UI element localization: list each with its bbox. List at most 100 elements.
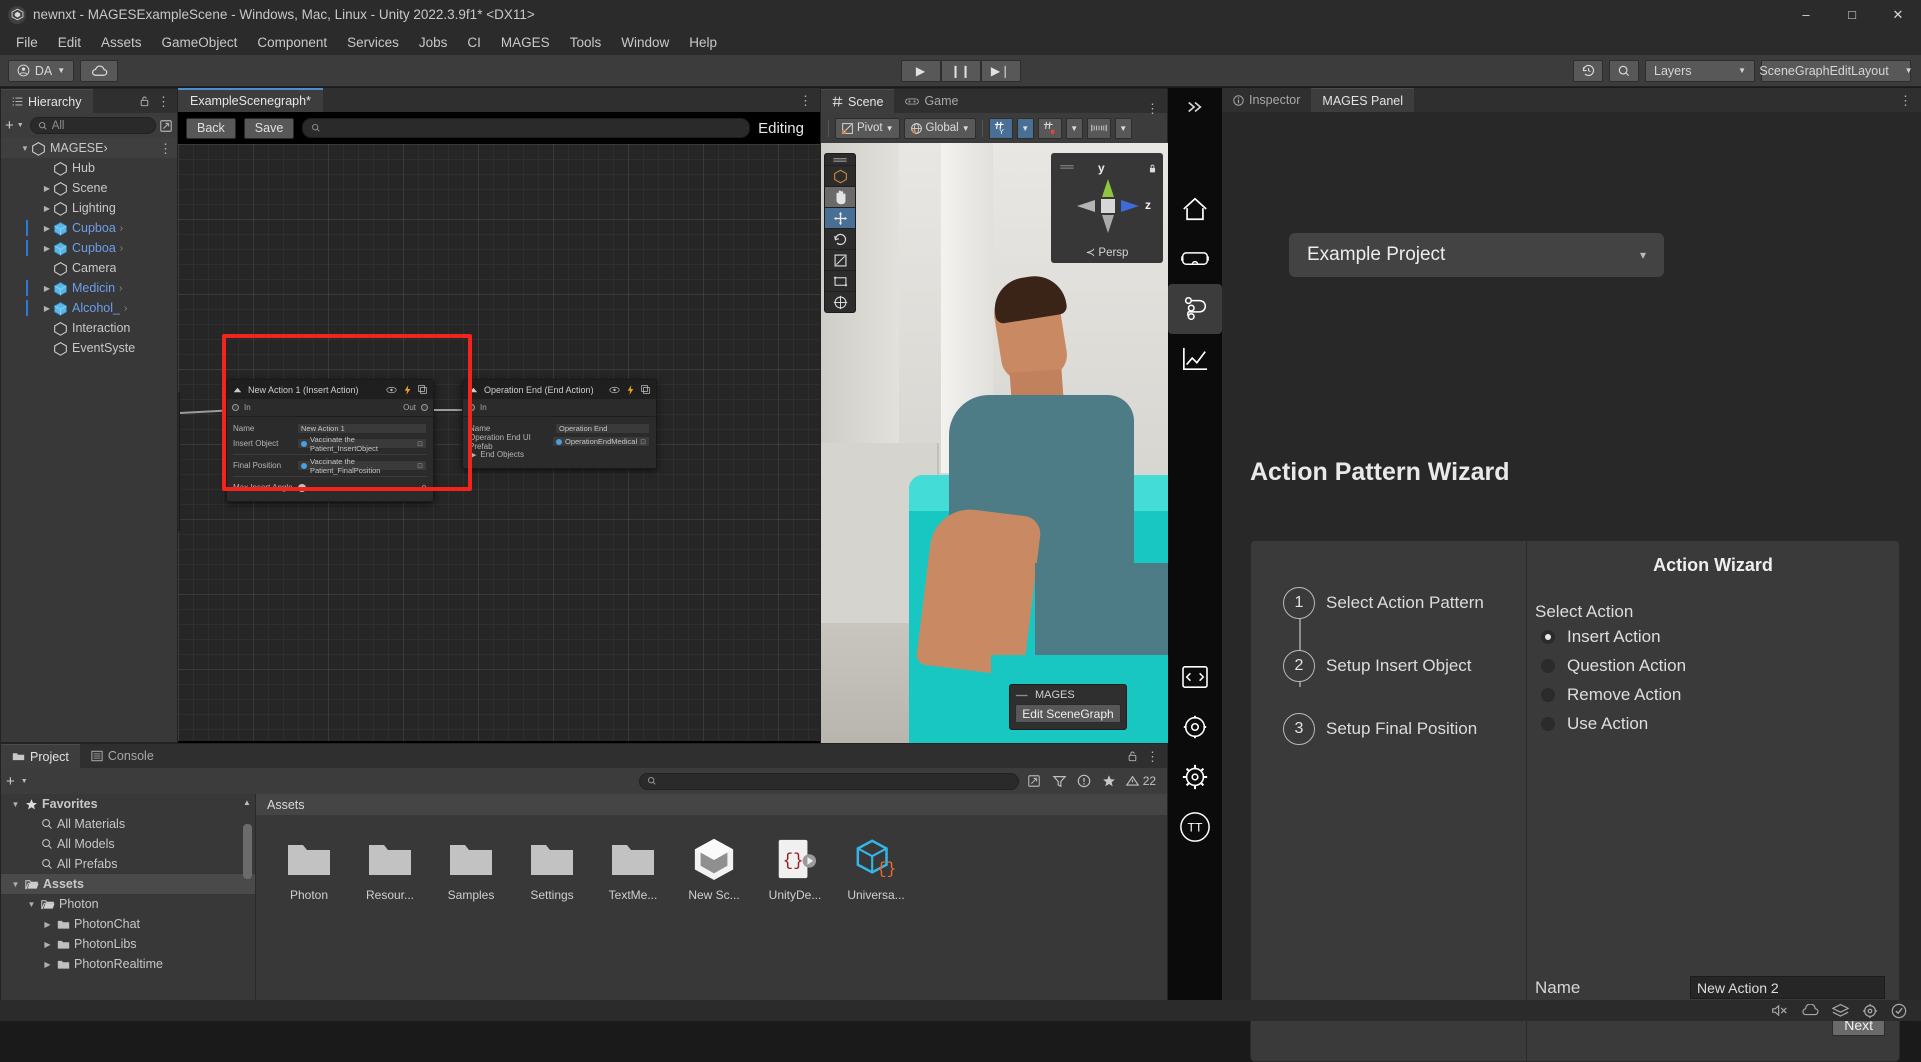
chevron-right-icon[interactable]: › bbox=[120, 243, 123, 254]
scene-viewport[interactable]: y z ≺ Persp MAGES Edit SceneGraph bbox=[821, 143, 1169, 744]
chevron-right-icon[interactable]: › bbox=[119, 283, 122, 294]
rail-settings-gear-icon[interactable] bbox=[1168, 702, 1222, 752]
edit-scenegraph-button[interactable]: Edit SceneGraph bbox=[1015, 704, 1121, 723]
duplicate-icon[interactable] bbox=[641, 385, 650, 394]
rail-home-icon[interactable] bbox=[1168, 184, 1222, 234]
foldout-arrow-icon[interactable]: ▶ bbox=[471, 451, 476, 459]
overlay-grip[interactable] bbox=[825, 154, 855, 165]
mages-panel-menu-icon[interactable]: ⋮ bbox=[1899, 94, 1921, 107]
twisty-icon[interactable]: ▶ bbox=[41, 244, 53, 253]
hierarchy-item[interactable]: EventSyste bbox=[1, 338, 177, 358]
rail-scenegraph-icon[interactable] bbox=[1168, 284, 1222, 334]
scenegraph-search-input[interactable] bbox=[302, 118, 751, 138]
eye-icon[interactable] bbox=[609, 386, 620, 394]
twisty-icon[interactable]: ▶ bbox=[42, 940, 53, 949]
hierarchy-menu-icon[interactable]: ⋮ bbox=[157, 95, 170, 108]
wizard-step-2[interactable]: 2 Setup Insert Object bbox=[1283, 634, 1526, 697]
create-dropdown-icon[interactable]: ▼ bbox=[21, 778, 28, 785]
project-tree-scrollbar[interactable]: ▲ ▼ bbox=[242, 798, 253, 1017]
menu-edit[interactable]: Edit bbox=[48, 32, 91, 53]
tab-mages-panel[interactable]: MAGES Panel bbox=[1311, 88, 1415, 112]
hierarchy-item[interactable]: Camera bbox=[1, 258, 177, 278]
lock-icon[interactable] bbox=[1148, 163, 1157, 177]
hierarchy-item[interactable]: ▶ Cupboa › bbox=[1, 238, 177, 258]
twisty-icon[interactable]: ▼ bbox=[19, 144, 31, 153]
hierarchy-item[interactable]: ▶ Scene bbox=[1, 178, 177, 198]
hierarchy-item[interactable]: ▶ Lighting bbox=[1, 198, 177, 218]
node-collapse-icon[interactable] bbox=[469, 387, 478, 393]
hierarchy-item[interactable]: ▶ Medicin › bbox=[1, 278, 177, 298]
project-tree-item[interactable]: All Models bbox=[1, 834, 255, 854]
action-name-input[interactable]: New Action 2 bbox=[1690, 976, 1885, 999]
snap-increment-toggle[interactable] bbox=[1037, 117, 1062, 139]
scrollbar-thumb[interactable] bbox=[243, 824, 252, 879]
tab-project[interactable]: Project bbox=[1, 744, 80, 768]
play-button[interactable]: ▶ bbox=[900, 59, 941, 82]
twisty-icon[interactable]: ▶ bbox=[41, 304, 53, 313]
global-dropdown[interactable]: Global ▼ bbox=[903, 117, 976, 139]
gizmo-persp-label[interactable]: ≺ Persp bbox=[1051, 245, 1163, 259]
twisty-icon[interactable]: ▶ bbox=[42, 920, 53, 929]
search-mode-icon[interactable] bbox=[1025, 772, 1044, 791]
eye-icon[interactable] bbox=[386, 386, 397, 394]
in-port-dot[interactable] bbox=[468, 404, 475, 411]
menu-jobs[interactable]: Jobs bbox=[409, 32, 458, 53]
out-port-dot[interactable] bbox=[421, 404, 428, 411]
menu-ci[interactable]: CI bbox=[457, 32, 491, 53]
radio-option[interactable]: Use Action bbox=[1541, 709, 1899, 738]
grid-snap-dropdown[interactable]: ▼ bbox=[1016, 117, 1034, 139]
ruler-icon[interactable] bbox=[1086, 117, 1111, 139]
duplicate-icon[interactable] bbox=[418, 385, 427, 394]
asset-item[interactable]: Settings bbox=[521, 837, 583, 902]
in-port-dot[interactable] bbox=[232, 404, 239, 411]
scene-menu-icon[interactable]: ⋮ bbox=[159, 142, 177, 155]
node-collapse-icon[interactable] bbox=[233, 387, 242, 393]
twisty-icon[interactable]: ▶ bbox=[41, 184, 53, 193]
add-gameobject-button[interactable]: + bbox=[5, 118, 14, 133]
final-position-field[interactable]: Vaccinate the Patient_FinalPosition ⊡ bbox=[297, 457, 427, 475]
menu-services[interactable]: Services bbox=[337, 32, 409, 53]
wizard-step-1[interactable]: 1 Select Action Pattern bbox=[1283, 571, 1526, 634]
radio-button[interactable] bbox=[1541, 716, 1555, 731]
hierarchy-item[interactable]: ▶ Alcohol_ › bbox=[1, 298, 177, 318]
project-tree-item[interactable]: All Materials bbox=[1, 814, 255, 834]
hierarchy-item[interactable]: ▶ Cupboa › bbox=[1, 218, 177, 238]
maximize-button[interactable]: □ bbox=[1829, 0, 1875, 29]
menu-assets[interactable]: Assets bbox=[91, 32, 152, 53]
tool-move-icon[interactable] bbox=[825, 207, 855, 228]
asset-item[interactable]: Photon bbox=[278, 837, 340, 902]
node-operation-end[interactable]: Operation End (End Action) In Name Opera… bbox=[462, 379, 657, 469]
tab-inspector[interactable]: Inspector bbox=[1222, 88, 1312, 112]
insert-object-field[interactable]: Vaccinate the Patient_InsertObject ⊡ bbox=[297, 435, 427, 453]
tab-scene[interactable]: Scene bbox=[821, 89, 895, 113]
ui-prefab-field[interactable]: OperationEndMedical ⊡ bbox=[551, 436, 650, 447]
project-tree-item[interactable]: ▶ PhotonChat bbox=[1, 914, 255, 934]
minimize-button[interactable]: – bbox=[1783, 0, 1829, 29]
lightning-icon[interactable] bbox=[404, 384, 411, 395]
object-picker-icon[interactable]: ⊡ bbox=[417, 462, 423, 470]
chevron-right-icon[interactable]: › bbox=[120, 223, 123, 234]
asset-item[interactable]: Resour... bbox=[359, 837, 421, 902]
rail-vr-headset-icon[interactable] bbox=[1168, 234, 1222, 284]
layout-dropdown[interactable]: SceneGraphEditLayout ▼ bbox=[1759, 59, 1913, 82]
twisty-icon[interactable]: ▶ bbox=[41, 284, 53, 293]
cloud-icon[interactable] bbox=[1801, 1004, 1819, 1017]
settings-icon[interactable] bbox=[1862, 1003, 1878, 1019]
radio-button[interactable] bbox=[1541, 629, 1555, 644]
menu-tools[interactable]: Tools bbox=[560, 32, 612, 53]
tab-game[interactable]: Game bbox=[894, 89, 970, 113]
menu-file[interactable]: File bbox=[6, 32, 48, 53]
node-new-action-1[interactable]: New Action 1 (Insert Action) In Out Name… bbox=[226, 379, 434, 502]
asset-item[interactable]: TextMe... bbox=[602, 837, 664, 902]
tab-scenegraph[interactable]: ExampleScenegraph* bbox=[178, 88, 323, 112]
create-asset-button[interactable]: + bbox=[6, 774, 15, 789]
close-button[interactable]: ✕ bbox=[1875, 0, 1921, 29]
node-2-field-end-objects[interactable]: ▶ End Objects bbox=[469, 448, 650, 461]
menu-mages[interactable]: MAGES bbox=[491, 32, 560, 53]
radio-option[interactable]: Insert Action bbox=[1541, 622, 1899, 651]
twisty-icon[interactable]: ▼ bbox=[10, 800, 21, 809]
asset-item[interactable]: {} Universa... bbox=[845, 837, 907, 902]
max-insert-angle-slider[interactable]: 0 bbox=[297, 482, 427, 493]
hierarchy-item[interactable]: Hub bbox=[1, 158, 177, 178]
tool-view-cube-icon[interactable] bbox=[825, 165, 855, 186]
